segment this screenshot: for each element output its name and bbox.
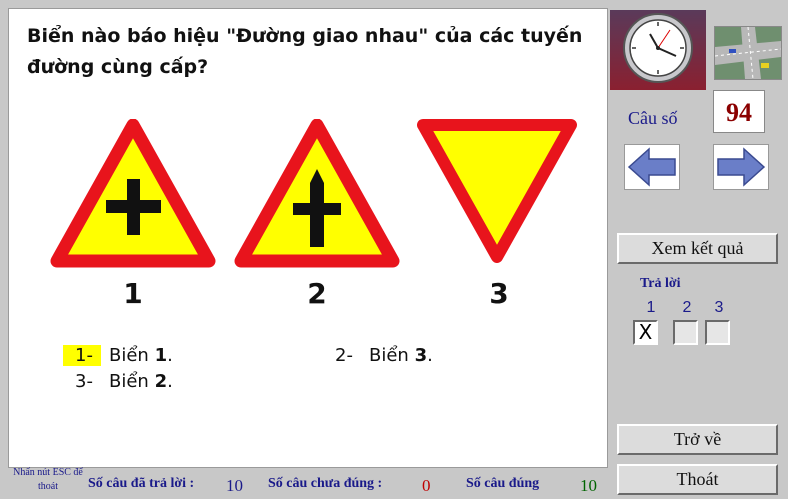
answer-section-label: Trả lời bbox=[640, 276, 681, 291]
esc-hint: Nhấn nút ESC để thoát bbox=[13, 467, 83, 492]
sign-1-crossroad-icon bbox=[50, 119, 216, 268]
question-number-label: Câu số bbox=[628, 108, 678, 128]
intersection-map-thumbnail bbox=[714, 26, 782, 80]
sign-number-1: 1 bbox=[123, 277, 143, 310]
clock-panel bbox=[610, 10, 706, 90]
question-number-value: 94 bbox=[713, 90, 765, 133]
answer-option-1[interactable]: 1- Biển 1. bbox=[63, 345, 173, 366]
sign-number-2: 2 bbox=[307, 277, 327, 310]
option-number-1: 1 bbox=[646, 299, 656, 316]
back-button[interactable]: Trở về bbox=[617, 424, 778, 455]
sign-number-3: 3 bbox=[489, 277, 509, 310]
option-number-2: 2 bbox=[682, 299, 692, 316]
wrong-count-value: 0 bbox=[422, 476, 431, 495]
sign-2-main-road-crossing-icon bbox=[234, 119, 400, 268]
answer-label: 2- bbox=[335, 345, 353, 366]
sign-3-give-way-icon bbox=[417, 119, 577, 263]
answer-option-3[interactable]: 3- Biển 2. bbox=[63, 371, 173, 392]
answered-count-label: Số câu đã trả lời : bbox=[88, 476, 195, 491]
answer-label: 3- bbox=[75, 371, 93, 392]
wrong-count-label: Số câu chưa đúng : bbox=[268, 476, 383, 491]
question-panel: Biển nào báo hiệu "Đường giao nhau" của … bbox=[8, 8, 608, 468]
arrow-right-icon bbox=[717, 147, 766, 187]
correct-count-value: 10 bbox=[580, 476, 597, 495]
exit-button[interactable]: Thoát bbox=[617, 464, 778, 495]
question-text: Biển nào báo hiệu "Đường giao nhau" của … bbox=[27, 25, 583, 78]
answer-label: 1- bbox=[63, 345, 101, 366]
answer-checkbox-1[interactable]: X bbox=[633, 320, 658, 345]
clock-icon bbox=[623, 13, 693, 83]
arrow-left-icon bbox=[627, 147, 676, 187]
option-number-3: 3 bbox=[714, 299, 724, 316]
previous-question-button[interactable] bbox=[624, 144, 680, 190]
answer-checkbox-3[interactable] bbox=[705, 320, 730, 345]
answer-option-2[interactable]: 2- Biển 3. bbox=[323, 345, 433, 366]
answered-count-value: 10 bbox=[226, 476, 243, 495]
correct-count-label: Số câu đúng bbox=[466, 476, 540, 491]
view-result-button[interactable]: Xem kết quả bbox=[617, 233, 778, 264]
next-question-button[interactable] bbox=[713, 144, 769, 190]
answer-checkbox-2[interactable] bbox=[673, 320, 698, 345]
intersection-map-icon bbox=[714, 26, 782, 80]
